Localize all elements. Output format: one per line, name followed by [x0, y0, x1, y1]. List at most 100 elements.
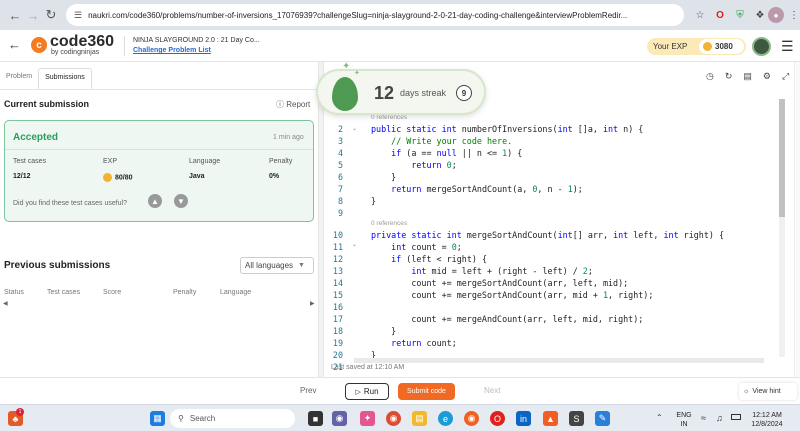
code360-logo-icon[interactable]: c [31, 37, 47, 53]
reload-icon[interactable]: ↻ [42, 6, 60, 24]
submissions-panel: Problem Submissions Current submission ⓘ… [0, 62, 318, 377]
report-button[interactable]: ⓘ Report [276, 99, 310, 110]
back-arrow-icon[interactable]: ← [6, 6, 24, 24]
opera-extension-icon[interactable]: O [712, 7, 728, 23]
wifi-icon[interactable]: ≈ [701, 413, 706, 423]
run-button[interactable]: ▷ Run [345, 383, 389, 400]
col-language: Language [220, 289, 252, 296]
fold-chevron-icon[interactable]: ⌄ [352, 125, 357, 132]
line-number: 17 [332, 314, 343, 324]
last-saved-text: Last saved at 12:10 AM [331, 364, 405, 371]
submission-result-card: Accepted 1 min ago Test cases EXP Langua… [4, 120, 314, 222]
exp-pill[interactable]: Your EXP 3080 [647, 38, 746, 55]
fold-chevron-icon[interactable]: ⌄ [352, 241, 357, 248]
bookmark-star-icon[interactable]: ☆ [692, 7, 708, 23]
exp-value: 3080 [715, 42, 733, 51]
prev-button[interactable]: Prev [300, 386, 316, 395]
site-info-icon[interactable]: ☰ [74, 10, 82, 21]
language-indicator[interactable]: ENG IN [675, 411, 693, 429]
exp-earned-value: 80/80 [115, 174, 133, 182]
table-horizontal-scrollbar[interactable]: ◀ ▶ [0, 300, 318, 308]
reset-code-icon[interactable]: ↻ [725, 71, 733, 82]
tab-submissions[interactable]: Submissions [38, 68, 92, 90]
penalty-value: 0% [269, 173, 280, 180]
scroll-left-icon[interactable]: ◀ [3, 300, 8, 307]
fullscreen-icon[interactable]: ⤢ [782, 71, 789, 82]
code-lens-references[interactable]: 0 references [371, 220, 407, 227]
code-line: } [371, 196, 377, 206]
tray-chevron-up-icon[interactable]: ⌃ [656, 413, 663, 422]
submit-code-button[interactable]: Submit code [398, 383, 455, 400]
streak-drop-icon [332, 77, 358, 111]
line-number: 14 [332, 278, 343, 288]
info-icon: ⓘ [276, 100, 284, 109]
clock-date: 12/8/2024 [751, 421, 783, 428]
windows-start-icon[interactable]: ▦ [150, 411, 165, 426]
editor-vertical-scrollbar[interactable] [779, 99, 785, 357]
back-arrow-icon[interactable]: ← [8, 37, 21, 52]
challenge-title: NINJA SLAYGROUND 2.0 : 21 Day Co... [133, 37, 260, 44]
code-line: count += mergeSortAndCount(arr, left, mi… [371, 278, 629, 288]
notes-icon[interactable]: ▤ [743, 71, 752, 82]
timer-icon[interactable]: ◷ [706, 71, 714, 82]
exp-label: Your EXP [653, 42, 688, 51]
browser-menu-icon[interactable]: ⋮ [786, 7, 800, 23]
brave-icon[interactable]: ▲ [543, 411, 558, 426]
sublime-editor-icon[interactable]: S [569, 411, 584, 426]
opera-icon[interactable]: O [490, 411, 505, 426]
line-number: 20 [332, 350, 343, 360]
app-header: ← c code360 by codingninjas NINJA SLAYGR… [0, 30, 800, 62]
exp-coin-icon [103, 173, 112, 182]
edge-icon[interactable]: e [438, 411, 453, 426]
hamburger-menu-icon[interactable]: ☰ [781, 38, 794, 55]
editor-toolbar: ◷ ↻ ▤ ⚙ ⤢ [706, 71, 789, 82]
teams-chat-icon[interactable]: ◉ [332, 411, 347, 426]
address-bar[interactable]: ☰ naukri.com/code360/problems/number-of-… [66, 4, 684, 26]
next-button[interactable]: Next [484, 386, 500, 395]
col-status: Status [4, 289, 24, 296]
battery-icon[interactable] [731, 414, 741, 420]
editor-horizontal-scrollbar[interactable] [354, 358, 764, 363]
sparkle-icon: ✦ [354, 70, 360, 77]
exp-value-row: 80/80 [103, 173, 133, 182]
code-line: return 0; [411, 160, 457, 170]
clock[interactable]: 12:12 AM 12/8/2024 [747, 411, 787, 429]
extensions-puzzle-icon[interactable]: ❖ [752, 7, 768, 23]
report-label: Report [286, 100, 311, 109]
line-number: 3 [337, 136, 343, 146]
firefox-icon[interactable]: ◉ [464, 411, 479, 426]
line-number: 4 [337, 148, 343, 158]
scrollbar-thumb[interactable] [779, 99, 785, 217]
challenge-list-link[interactable]: Challenge Problem List [133, 47, 211, 54]
thumbs-down-icon[interactable]: ▼ [174, 194, 188, 208]
taskbar-search[interactable]: ⚲ Search [170, 409, 295, 428]
linkedin-icon[interactable]: in [516, 411, 531, 426]
copilot-icon[interactable]: ✦ [360, 411, 375, 426]
forward-arrow-icon[interactable]: → [24, 6, 42, 24]
view-hint-button[interactable]: ☼ View hint [739, 383, 797, 400]
lightbulb-icon: ☼ [743, 388, 750, 395]
streak-label: days streak [400, 88, 447, 98]
code-text-area[interactable]: 0 references 2 public static int numberOf… [324, 112, 779, 372]
volume-icon[interactable]: ♫ [716, 413, 723, 423]
code-lens-references[interactable]: 0 references [371, 114, 407, 121]
thumbs-up-icon[interactable]: ▲ [148, 194, 162, 208]
language-label: Language [189, 158, 221, 165]
code-line: count += mergeAndCount(arr, left, mid, r… [371, 314, 644, 324]
task-view-icon[interactable]: ■ [308, 411, 323, 426]
console-side-tab[interactable] [794, 62, 800, 377]
scroll-right-icon[interactable]: ▶ [310, 300, 315, 307]
profile-icon[interactable]: ● [768, 7, 784, 23]
shield-extension-icon[interactable]: ⛨ [732, 7, 748, 23]
code-line: if (left < right) { [391, 254, 487, 264]
paint-icon[interactable]: ✎ [595, 411, 610, 426]
avatar[interactable] [752, 37, 771, 56]
feedback-question: Did you find these test cases useful? [13, 200, 128, 207]
language-filter-select[interactable]: All languages ▼ [240, 257, 314, 274]
tab-problem[interactable]: Problem [0, 68, 38, 90]
streak-badge: 9 [456, 85, 472, 101]
file-explorer-icon[interactable]: ▤ [412, 411, 427, 426]
settings-gear-icon[interactable]: ⚙ [763, 71, 771, 82]
chrome-icon[interactable]: ◉ [386, 411, 401, 426]
line-number: 7 [337, 184, 343, 194]
